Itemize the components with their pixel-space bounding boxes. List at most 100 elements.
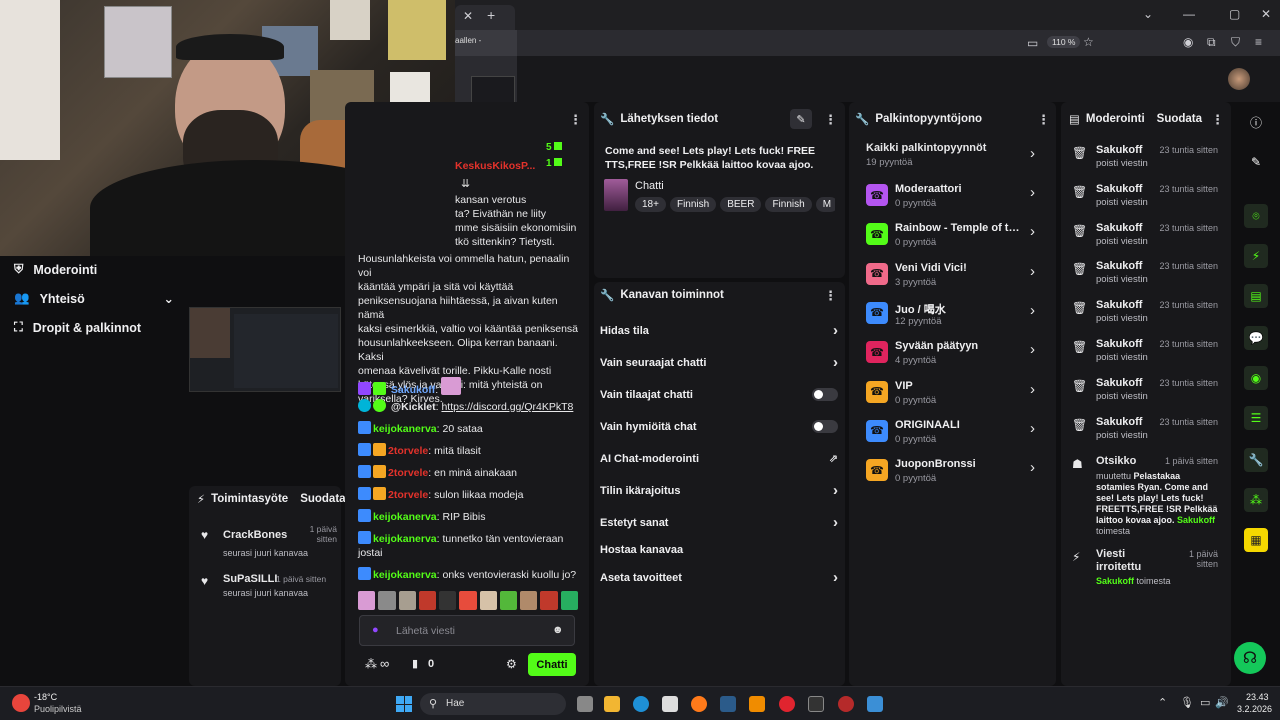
action-set-goals[interactable]: Aseta tavoitteet › [600, 569, 838, 586]
reward-item[interactable]: ☎ Moderaattori 0 pyyntöä › [866, 180, 1046, 214]
pinned-user[interactable]: KeskusKikosP... [455, 160, 542, 172]
reward-item[interactable]: ☎ VIP 0 pyyntöä › [866, 377, 1046, 411]
chat-input[interactable]: ● Lähetä viesti ☻ [359, 615, 575, 646]
focus-icon[interactable]: ⌾ [1244, 204, 1268, 228]
nav-community[interactable]: 👥 Yhteisö ⌄ [14, 291, 174, 306]
emote-icon[interactable] [520, 591, 538, 610]
clock-time[interactable]: 23.43 [1246, 692, 1269, 702]
action-emote-only[interactable]: Vain hymiöitä chat [600, 420, 838, 433]
category-thumbnail[interactable] [604, 179, 628, 211]
file-explorer-icon[interactable] [604, 696, 620, 712]
stream-tag[interactable]: 18+ [635, 197, 666, 212]
nav-moderation[interactable]: ⛨ Moderointi [14, 262, 97, 277]
chat-message[interactable]: keijokanerva: onks ventovieraski kuollu … [358, 567, 580, 582]
chat-message[interactable]: 2torvele: en minä ainakaan [358, 465, 580, 480]
opera-icon[interactable] [779, 696, 795, 712]
reader-icon[interactable]: ▭ [1027, 36, 1038, 50]
moderation-log-menu-icon[interactable]: ⋮ [1211, 112, 1224, 128]
lightning-icon[interactable]: ⚡ [1244, 244, 1268, 268]
reward-all-requests[interactable]: Kaikki palkintopyynnöt 19 pyyntöä › [866, 141, 1046, 171]
chat-message[interactable]: 2torvele: sulon liikaa modeja [358, 487, 580, 502]
zoom-level[interactable]: 110 % [1047, 36, 1081, 48]
reward-queue-menu-icon[interactable]: ⋮ [1037, 112, 1050, 128]
firefox-icon[interactable] [691, 696, 707, 712]
modlog-item[interactable]: 🗑 Sakukoff 23 tuntia sitten poisti viestin [1072, 299, 1222, 335]
browser-tab[interactable]: ✕ [455, 5, 515, 30]
notes-icon[interactable]: ▤ [1244, 284, 1268, 308]
stream-tag[interactable]: Finnish [765, 197, 812, 212]
stream-tag[interactable]: M [815, 197, 835, 212]
vlc-icon[interactable] [749, 696, 765, 712]
reward-item[interactable]: ☎ ORIGINAALI 0 pyyntöä › [866, 416, 1046, 450]
action-blocked-words[interactable]: Estetyt sanat › [600, 514, 838, 531]
network-icon[interactable]: ▭ [1200, 696, 1210, 709]
info-icon[interactable]: ⓘ [1244, 110, 1268, 134]
chat-settings-gear-icon[interactable]: ⚙ [506, 657, 517, 671]
emote-icon[interactable] [378, 591, 396, 610]
bookmark-star-icon[interactable]: ☆ [1083, 35, 1094, 49]
new-tab-icon[interactable]: + [487, 7, 495, 23]
chat-bubble-icon[interactable]: 💬 [1244, 326, 1268, 350]
volume-icon[interactable]: 🔊 [1215, 696, 1229, 709]
chat-message[interactable]: keijokanerva: tunnetko tän ventovieraan … [358, 531, 580, 560]
emote-icon[interactable] [358, 591, 376, 610]
clapper-icon[interactable]: ▦ [1244, 528, 1268, 552]
modlog-item[interactable]: 🗑 Sakukoff 23 tuntia sitten poisti viestin [1072, 377, 1222, 413]
wrench-icon[interactable]: 🔧 [1244, 448, 1268, 472]
modlog-item[interactable]: 🗑 Sakukoff 23 tuntia sitten poisti viestin [1072, 416, 1222, 452]
emote-icon[interactable] [479, 591, 497, 610]
broadcast-icon[interactable]: ◉ [1244, 366, 1268, 390]
reward-item[interactable]: ☎ Rainbow - Temple of th... 0 pyyntöä › [866, 219, 1046, 253]
users-icon[interactable]: ⁂ [1244, 488, 1268, 512]
edit-pencil-icon[interactable]: ✎ [790, 109, 812, 129]
users-icon[interactable]: ⁂ [365, 657, 377, 671]
avatar[interactable] [1228, 68, 1250, 90]
chat-message[interactable]: Sakukoff: [358, 377, 580, 397]
moderation-filter-button[interactable]: Suodata [1157, 113, 1202, 125]
action-subscribers-only[interactable]: Vain tilaajat chatti [600, 388, 838, 401]
reward-item[interactable]: ☎ JuoponBronssi 0 pyyntöä › [866, 455, 1046, 489]
clock-date[interactable]: 3.2.2026 [1237, 704, 1272, 714]
chat-message[interactable]: keijokanerva: RIP Bibis [358, 509, 580, 524]
emote-icon[interactable] [439, 591, 457, 610]
stream-tag[interactable]: Finnish [669, 197, 717, 212]
modlog-item[interactable]: 🗑 Sakukoff 23 tuntia sitten poisti viestin [1072, 260, 1222, 296]
weather-icon[interactable] [12, 694, 30, 712]
chat-message[interactable]: @Kicklet: https://discord.gg/Qr4KPkT8 [358, 399, 580, 414]
stream-preview[interactable] [189, 307, 341, 392]
taskbar-search[interactable]: ⚲ Hae [420, 693, 566, 715]
emote-icon[interactable] [499, 591, 518, 610]
action-followers-only[interactable]: Vain seuraajat chatti › [600, 354, 838, 371]
infinity-icon[interactable]: ∞ [380, 656, 389, 671]
windows-start-icon[interactable] [396, 696, 412, 712]
emote-icon[interactable] [418, 591, 437, 610]
minimize-icon[interactable]: — [1183, 7, 1195, 21]
emote-icon[interactable] [560, 591, 578, 610]
extensions-icon[interactable]: ⧉ [1207, 35, 1216, 50]
emoji-icon[interactable]: ☻ [552, 624, 564, 636]
app-icon[interactable] [838, 696, 854, 712]
pin-icon[interactable]: ⇊ [461, 177, 470, 190]
maximize-icon[interactable]: ▢ [1229, 7, 1240, 21]
steam-icon[interactable] [720, 696, 736, 712]
close-tab-icon[interactable]: ✕ [463, 9, 473, 23]
activity-user[interactable]: SuPaSILLI [223, 573, 277, 585]
queue-icon[interactable]: ☰ [1244, 406, 1268, 430]
edit-layout-icon[interactable]: ✎ [1244, 150, 1268, 174]
mic-tray-icon[interactable]: 🎙 [1180, 696, 1194, 709]
chat-send-button[interactable]: Chatti [528, 653, 576, 676]
activity-filter-button[interactable]: Suodata [300, 493, 345, 505]
terminal-icon[interactable] [808, 696, 824, 712]
chat-menu-icon[interactable]: ⋮ [569, 112, 582, 128]
activity-user[interactable]: CrackBones [223, 529, 287, 541]
tray-chevron-icon[interactable]: ⌃ [1158, 696, 1167, 709]
emote-icon[interactable] [459, 591, 477, 610]
app-window-icon[interactable] [867, 696, 883, 712]
channel-actions-menu-icon[interactable]: ⋮ [824, 288, 837, 304]
action-age-restriction[interactable]: Tilin ikärajoitus › [600, 482, 838, 499]
modlog-item[interactable]: 🗑 Sakukoff 23 tuntia sitten poisti viestin [1072, 144, 1222, 180]
reward-item[interactable]: ☎ Juo / 喝水 12 pyyntöä › [866, 298, 1046, 332]
discord-link[interactable]: https://discord.gg/Qr4KPkT8 [441, 401, 573, 413]
emote-only-toggle[interactable] [812, 420, 838, 433]
reward-item[interactable]: ☎ Veni Vidi Vici! 3 pyyntöä › [866, 259, 1046, 293]
